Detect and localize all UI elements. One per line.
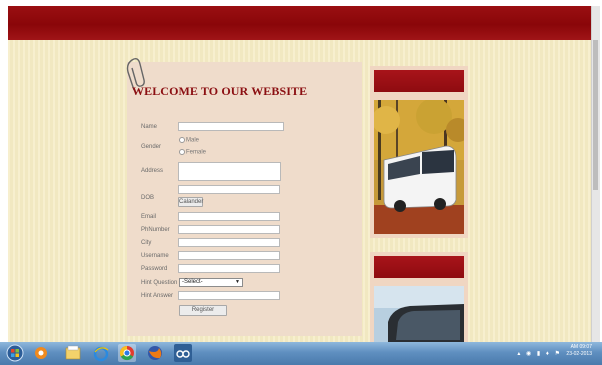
- bus-autumn-image: [374, 100, 464, 234]
- email-label: Email: [141, 214, 157, 220]
- windows-taskbar: ▴ ◉ ▮ ♦ ⚑ AM 09:07 23-02-2013: [0, 342, 602, 365]
- gender-male-radio[interactable]: Male: [179, 137, 199, 144]
- gender-label: Gender: [141, 144, 162, 150]
- sidebar-box-top: [370, 66, 468, 238]
- password-label: Password: [141, 266, 168, 272]
- file-explorer-icon[interactable]: [64, 344, 82, 362]
- password-input[interactable]: [178, 264, 280, 273]
- email-input[interactable]: [178, 212, 280, 221]
- radio-circle-icon: [179, 149, 185, 155]
- phnumber-input[interactable]: [178, 225, 280, 234]
- bus-blue-image: [374, 286, 464, 342]
- system-tray-icons[interactable]: ▴ ◉ ▮ ♦ ⚑: [517, 350, 562, 357]
- dob-label: DOB: [141, 195, 155, 201]
- hint-question-select[interactable]: -Select- ▼: [179, 278, 243, 287]
- scrollbar-thumb[interactable]: [593, 40, 598, 190]
- media-player-icon[interactable]: [32, 344, 50, 362]
- register-button[interactable]: Register: [179, 305, 227, 316]
- gender-female-radio[interactable]: Female: [179, 149, 206, 156]
- city-input[interactable]: [178, 238, 280, 247]
- name-label: Name: [141, 124, 158, 130]
- radio-circle-icon: [179, 137, 185, 143]
- chrome-icon[interactable]: [118, 344, 136, 362]
- address-textarea[interactable]: [178, 162, 281, 181]
- calendar-button[interactable]: Calander: [178, 197, 203, 207]
- firefox-icon[interactable]: [146, 344, 164, 362]
- username-label: Username: [141, 253, 169, 259]
- sidebar-box-header: [374, 256, 464, 278]
- hint-answer-input[interactable]: [178, 291, 280, 300]
- site-header-banner: [8, 6, 592, 40]
- address-label: Address: [141, 168, 164, 174]
- internet-explorer-icon[interactable]: [92, 344, 110, 362]
- dropdown-arrow-icon: ▼: [235, 279, 240, 285]
- sidebar-box-header: [374, 70, 464, 92]
- phnumber-label: PhNumber: [141, 227, 170, 233]
- city-label: City: [141, 240, 152, 246]
- loop-app-icon[interactable]: [174, 344, 192, 362]
- username-input[interactable]: [178, 251, 280, 260]
- sidebar-box-bottom: [370, 252, 468, 342]
- start-button-icon[interactable]: [6, 344, 24, 362]
- dob-input[interactable]: [178, 185, 280, 194]
- name-input[interactable]: [178, 122, 284, 131]
- hint-question-label: Hint Question: [141, 280, 178, 286]
- vertical-scrollbar[interactable]: [591, 6, 600, 342]
- hint-answer-label: Hint Answer: [141, 293, 174, 299]
- welcome-title: WELCOME TO OUR WEBSITE: [132, 84, 308, 98]
- system-clock[interactable]: AM 09:07 23-02-2013: [566, 344, 592, 358]
